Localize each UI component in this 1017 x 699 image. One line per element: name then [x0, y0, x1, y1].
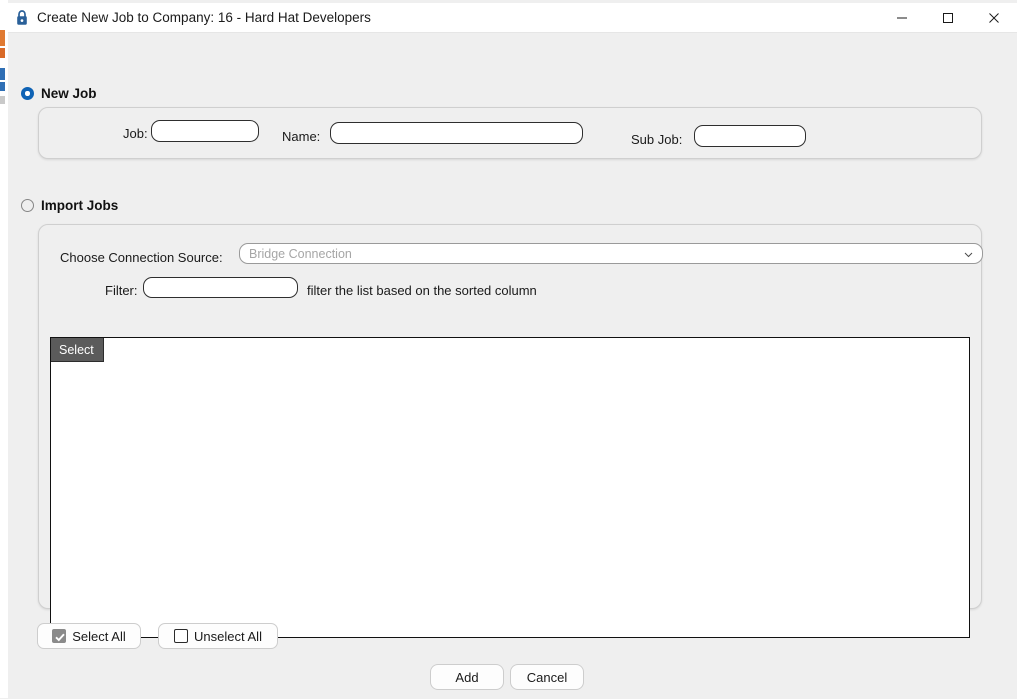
import-jobs-group-panel: Choose Connection Source: Bridge Connect… [38, 224, 983, 638]
sub-job-input[interactable] [694, 125, 806, 147]
name-input[interactable] [330, 122, 583, 144]
filter-hint: filter the list based on the sorted colu… [307, 283, 537, 298]
background-accent-orange-2 [0, 48, 5, 58]
cancel-button[interactable]: Cancel [510, 664, 584, 690]
maximize-icon [943, 12, 953, 23]
unselect-all-label: Unselect All [194, 628, 262, 644]
name-label: Name: [282, 129, 321, 144]
dialog-window: Create New Job to Company: 16 - Hard Hat… [8, 3, 1017, 699]
title-bar-left: Create New Job to Company: 16 - Hard Hat… [15, 3, 371, 32]
radio-import-jobs-indicator[interactable] [21, 199, 34, 212]
new-job-group-panel: Job: Name: Sub Job: [38, 107, 982, 159]
add-button[interactable]: Add [430, 664, 504, 690]
list-body[interactable] [51, 363, 969, 637]
connection-source-label: Choose Connection Source: [60, 250, 223, 265]
radio-new-job-label: New Job [41, 86, 97, 101]
filter-input[interactable] [143, 277, 298, 298]
job-label: Job: [123, 126, 148, 141]
maximize-button[interactable] [925, 3, 971, 32]
connection-source-dropdown[interactable]: Bridge Connection [239, 243, 983, 264]
unselect-all-checkbox-icon [174, 629, 189, 643]
connection-source-value: Bridge Connection [249, 247, 352, 261]
select-all-label: Select All [72, 628, 126, 644]
job-input[interactable] [151, 120, 259, 142]
list-column-header-select[interactable]: Select [51, 338, 104, 362]
background-window-sliver [0, 0, 8, 698]
sub-job-label: Sub Job: [631, 132, 683, 147]
jobs-list[interactable]: Select [50, 337, 970, 638]
close-icon [989, 12, 999, 23]
dialog-content: New Job Job: Name: Sub Job: Import Jobs … [8, 33, 1017, 699]
background-accent-grey [0, 96, 5, 104]
title-bar: Create New Job to Company: 16 - Hard Hat… [8, 3, 1017, 33]
minimize-button[interactable] [879, 3, 925, 32]
select-all-checkbox-icon [52, 629, 67, 643]
select-all-button[interactable]: Select All [37, 623, 141, 649]
window-title: Create New Job to Company: 16 - Hard Hat… [37, 10, 371, 25]
radio-import-jobs-label: Import Jobs [41, 198, 119, 213]
minimize-icon [897, 17, 907, 18]
radio-new-job-indicator[interactable] [21, 87, 34, 100]
unselect-all-button[interactable]: Unselect All [158, 623, 278, 649]
chevron-down-icon [964, 252, 973, 258]
radio-new-job[interactable]: New Job [21, 86, 97, 101]
radio-import-jobs[interactable]: Import Jobs [21, 198, 118, 213]
filter-label: Filter: [105, 283, 138, 298]
background-accent-blue-2 [0, 82, 5, 91]
lock-icon [17, 9, 27, 25]
background-accent-orange [0, 30, 5, 46]
background-accent-blue [0, 68, 5, 80]
close-button[interactable] [971, 3, 1017, 32]
